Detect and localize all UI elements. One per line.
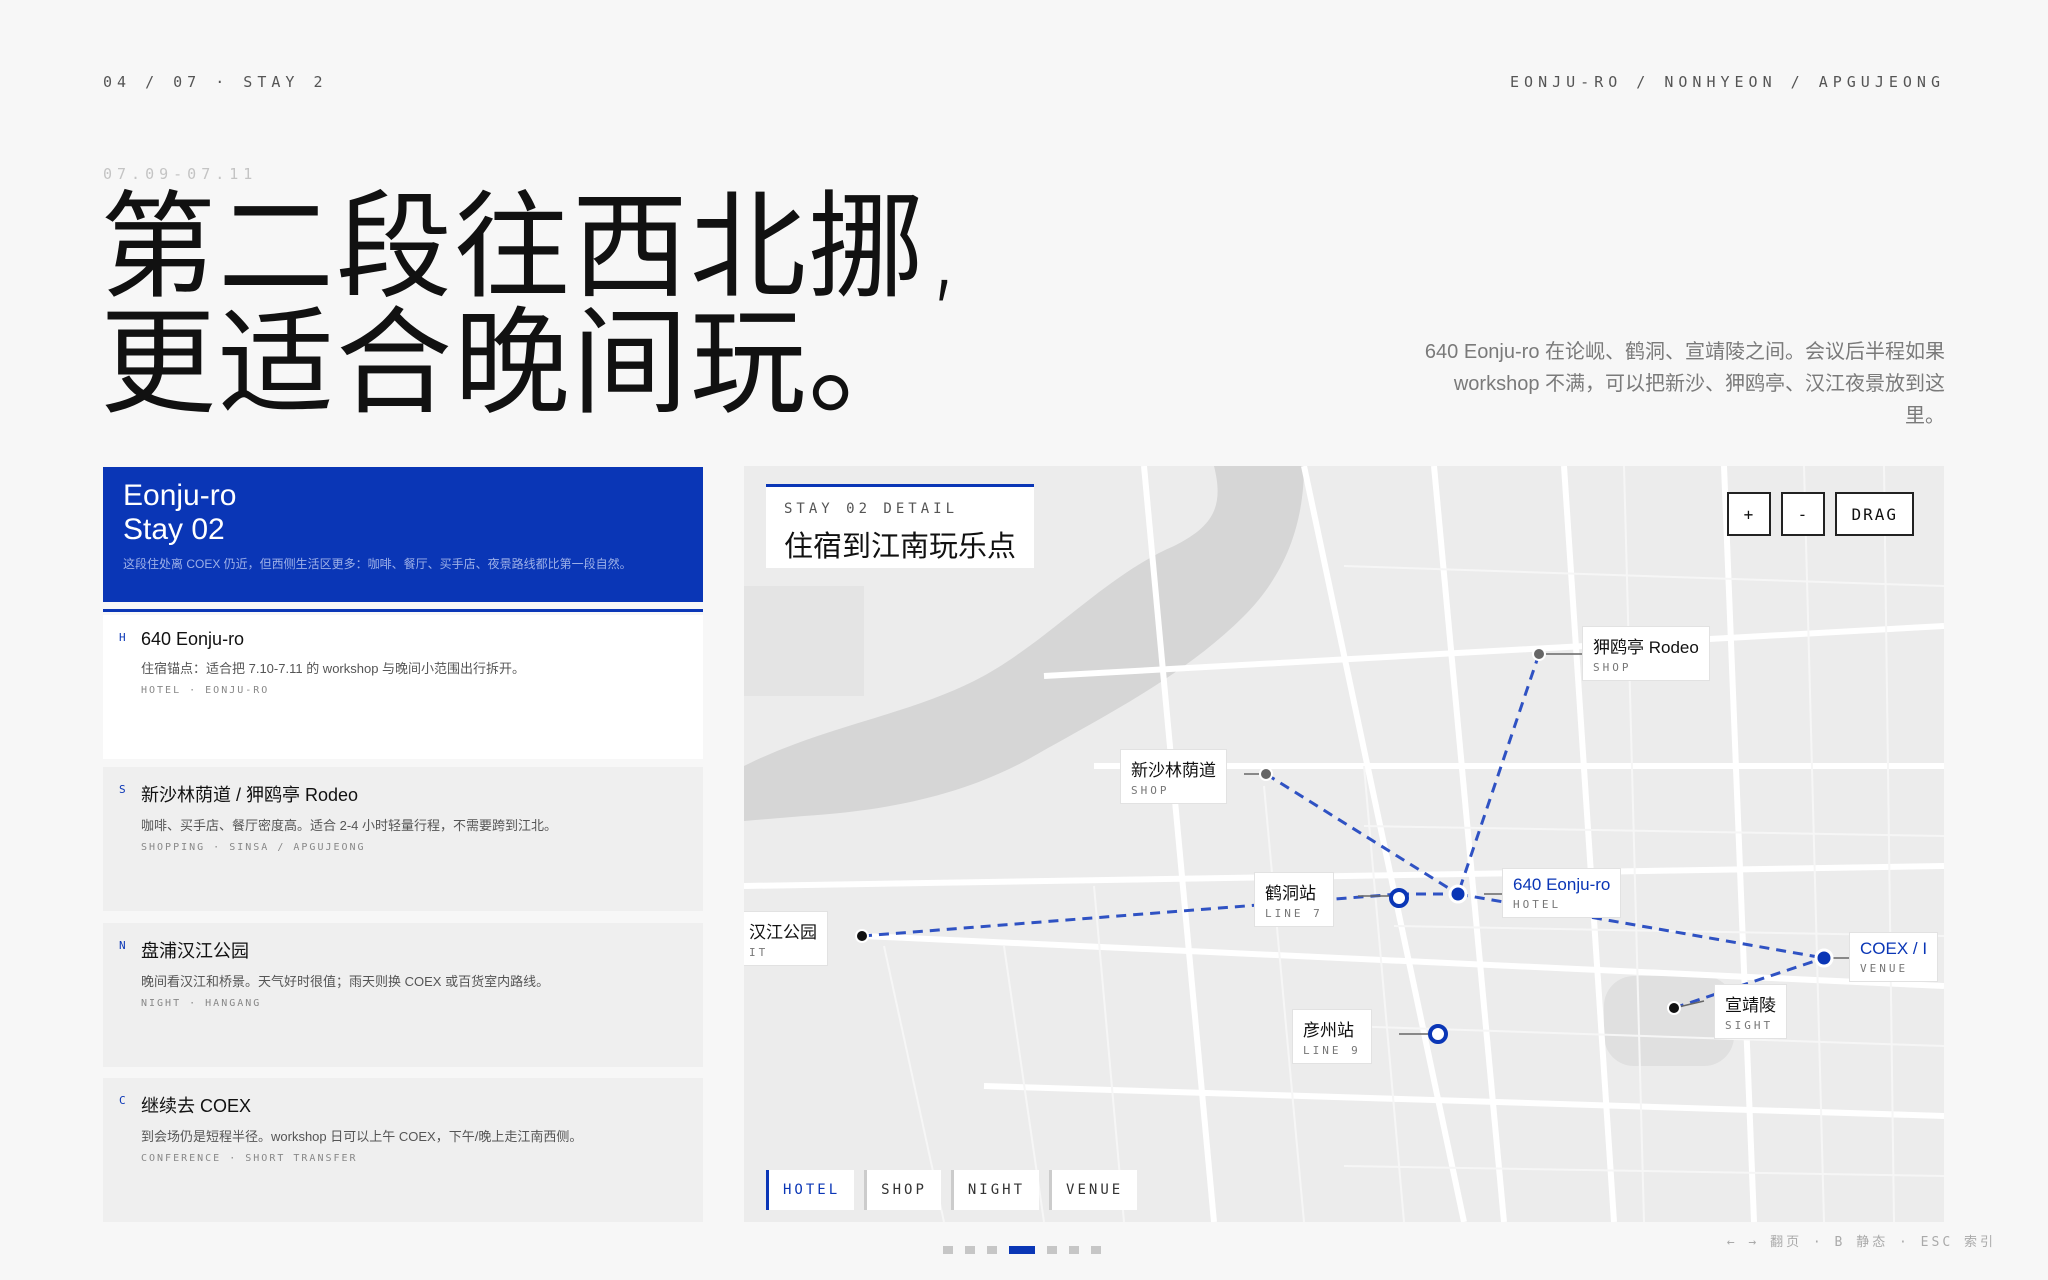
stay-tag: NIGHT · HANGANG (141, 998, 262, 1009)
pin-label-eonju[interactable]: 彦州站 LINE 9 (1292, 1009, 1372, 1064)
pin-label-apgujeong[interactable]: 狎鸥亭 Rodeo SHOP (1582, 626, 1710, 681)
pin-category: SHOP (1593, 661, 1632, 674)
pin-apgujeong (1532, 647, 1546, 661)
pin-category: SIGHT (1725, 1019, 1774, 1032)
pin-category: IT (749, 946, 769, 959)
page-dot[interactable] (1091, 1246, 1101, 1254)
stay-item-conference[interactable]: C 继续去 COEX 到会场仍是短程半径。workshop 日可以上午 COEX… (103, 1078, 703, 1222)
map-detail-card: STAY 02 DETAIL 住宿到江南玩乐点 (766, 484, 1034, 568)
pin-banpo (855, 929, 869, 943)
stay-letter: C (119, 1094, 126, 1107)
stay-name: 新沙林荫道 / 狎鸥亭 Rodeo (141, 785, 359, 805)
progress-indicator: 04 / 07 · STAY 2 (103, 73, 328, 91)
pin-name: 汉江公园 (749, 923, 817, 942)
stay-description: 晚间看汉江和桥景。天气好时很值；雨天则换 COEX 或百货室内路线。 (141, 974, 550, 989)
pin-coex (1814, 948, 1834, 968)
pin-label-seonjeong[interactable]: 宣靖陵 SIGHT (1714, 984, 1787, 1039)
pin-category: VENUE (1860, 962, 1909, 975)
map-controls: + - DRAG (1727, 492, 1914, 536)
pin-category: LINE 9 (1303, 1044, 1361, 1057)
detail-label: STAY 02 DETAIL (784, 501, 959, 517)
filter-night[interactable]: NIGHT (950, 1170, 1040, 1210)
pin-label-hotel[interactable]: 640 Eonju-ro HOTEL (1502, 868, 1622, 918)
pin-label-sinsa[interactable]: 新沙林荫道 SHOP (1120, 749, 1227, 804)
pin-category: LINE 7 (1265, 907, 1323, 920)
stay-item-shopping[interactable]: S 新沙林荫道 / 狎鸥亭 Rodeo 咖啡、买手店、餐厅密度高。适合 2-4 … (103, 767, 703, 911)
pin-name: 狎鸥亭 Rodeo (1593, 638, 1699, 657)
stay-name: 盘浦汉江公园 (141, 941, 249, 961)
page-dot[interactable] (1069, 1246, 1079, 1254)
map-background (744, 466, 1944, 1222)
page-dot[interactable] (1047, 1246, 1057, 1254)
stay-item-night[interactable]: N 盘浦汉江公园 晚间看汉江和桥景。天气好时很值；雨天则换 COEX 或百货室内… (103, 923, 703, 1067)
pin-name: 彦州站 (1303, 1021, 1354, 1040)
panel-subtitle: Stay 02 (123, 513, 225, 546)
pin-eonju (1428, 1024, 1448, 1044)
page-dots (943, 1246, 1101, 1254)
page-dot[interactable] (943, 1246, 953, 1254)
pin-name: 新沙林荫道 (1131, 761, 1216, 780)
divider (103, 609, 703, 612)
filter-venue[interactable]: VENUE (1049, 1170, 1138, 1210)
page-title-line-2: 更适合晚间玩。 (100, 296, 926, 431)
zoom-in-button[interactable]: + (1727, 492, 1772, 536)
pin-name: 640 Eonju-ro (1513, 875, 1611, 894)
page-dot[interactable] (987, 1246, 997, 1254)
pin-label-coex[interactable]: COEX / I VENUE (1849, 932, 1939, 982)
pin-category: SHOP (1131, 784, 1170, 797)
pin-hotel (1448, 884, 1468, 904)
panel-title: Eonju-ro (123, 479, 237, 512)
page-title: 第二段往西北挪, 更适合晚间玩。 (100, 190, 965, 422)
map-view[interactable]: STAY 02 DETAIL 住宿到江南玩乐点 + - DRAG 狎鸥亭 Rod… (744, 466, 1944, 1222)
stay-letter: S (119, 783, 126, 796)
stay-letter: N (119, 939, 126, 952)
keyboard-hints: ← → 翻页 · B 静态 · ESC 索引 (1726, 1235, 1996, 1250)
pin-name: COEX / I (1860, 939, 1928, 958)
stay-tag: HOTEL · EONJU-RO (141, 685, 270, 696)
page-title-line-1: 第二段往西北挪, (100, 180, 965, 315)
stay-name: 640 Eonju-ro (141, 629, 245, 649)
panel-description: 这段住处离 COEX 仍近，但西侧生活区更多：咖啡、餐厅、买手店、夜景路线都比第… (123, 557, 632, 571)
pin-seonjeong (1667, 1001, 1681, 1015)
pin-name: 宣靖陵 (1725, 996, 1776, 1015)
page-dot-active[interactable] (1009, 1246, 1035, 1254)
stay-panel-header: Eonju-ro Stay 02 这段住处离 COEX 仍近，但西侧生活区更多：… (103, 467, 703, 602)
filter-shop[interactable]: SHOP (864, 1170, 941, 1210)
stay-description: 到会场仍是短程半径。workshop 日可以上午 COEX，下午/晚上走江南西侧… (141, 1129, 583, 1144)
stay-tag: CONFERENCE · SHORT TRANSFER (141, 1153, 358, 1164)
stay-description: 住宿锚点：适合把 7.10-7.11 的 workshop 与晚间小范围出行拆开… (141, 661, 526, 676)
route-label: EONJU-RO / NONHYEON / APGUJEONG (1510, 73, 1945, 91)
stay-letter: H (119, 631, 126, 644)
pin-name: 鹤洞站 (1265, 884, 1316, 903)
pin-hakdong (1389, 888, 1409, 908)
page-dot[interactable] (965, 1246, 975, 1254)
filter-hotel[interactable]: HOTEL (766, 1170, 855, 1210)
pin-sinsa (1259, 767, 1273, 781)
pin-category: HOTEL (1513, 898, 1562, 911)
drag-button[interactable]: DRAG (1835, 492, 1914, 536)
map-filters: HOTEL SHOP NIGHT VENUE (766, 1170, 1138, 1210)
pin-label-hakdong[interactable]: 鹤洞站 LINE 7 (1254, 872, 1334, 927)
pin-label-banpo[interactable]: 汉江公园 IT (744, 911, 828, 966)
intro-text: 640 Eonju-ro 在论岘、鹤洞、宣靖陵之间。会议后半程如果 worksh… (1424, 341, 1945, 427)
zoom-out-button[interactable]: - (1781, 492, 1826, 536)
stay-name: 继续去 COEX (141, 1096, 252, 1116)
stay-tag: SHOPPING · SINSA / APGUJEONG (141, 842, 366, 853)
stay-item-hotel[interactable]: H 640 Eonju-ro 住宿锚点：适合把 7.10-7.11 的 work… (103, 615, 703, 759)
detail-title: 住宿到江南玩乐点 (784, 531, 1017, 563)
stay-description: 咖啡、买手店、餐厅密度高。适合 2-4 小时轻量行程，不需要跨到江北。 (141, 818, 558, 833)
